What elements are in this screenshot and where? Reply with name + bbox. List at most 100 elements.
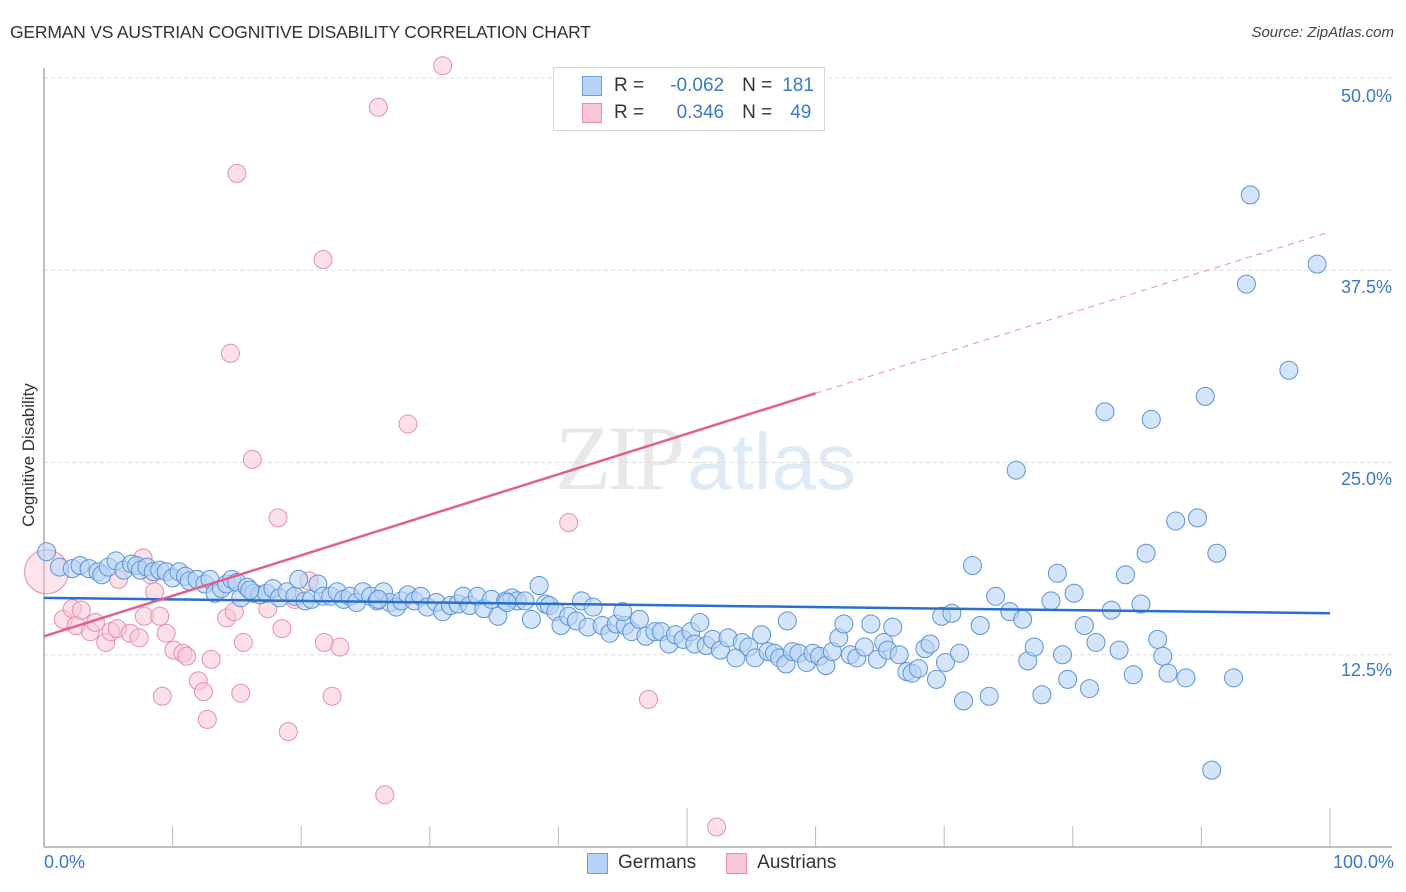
austrians-point [220,343,240,363]
austrians-point [129,628,149,648]
austrians-point [268,508,288,528]
germans-point [1166,511,1186,531]
series-legend: Germans Austrians [587,852,866,874]
germans-point [970,616,990,636]
y-tick-label-25: 25.0% [1340,469,1392,489]
germans-point [942,603,962,623]
austrians-point [177,646,197,666]
germans-point [1086,632,1106,652]
legend-item-germans[interactable]: Germans [587,852,696,874]
germans-point [777,611,797,631]
austrians-point [242,449,262,469]
y-tick-label-12-5: 12.5% [1340,660,1392,680]
austrians-points [24,56,727,837]
germans-point [1307,254,1327,274]
germans-point [950,643,970,663]
legend-r-label: R = [614,102,645,123]
germans-point [962,556,982,576]
legend-r-label: R = [614,75,645,96]
germans-point [953,691,973,711]
legend-row-austrians: R = 0.346 N = 49 [582,101,811,125]
legend-r-value: 0.346 [676,102,725,123]
germans-point [861,614,881,634]
germans-point [1141,409,1161,429]
austrians-point [71,600,91,620]
legend-label-austrians: Austrians [757,852,837,873]
germans-point [986,586,1006,606]
germans-point [908,659,928,679]
germans-point [1013,609,1033,629]
germans-point [979,686,999,706]
austrians-point [272,619,292,639]
austrians-point [559,512,579,532]
germans-point [1148,629,1168,649]
germans-point [1053,645,1073,665]
germans-point [240,580,260,600]
austrians-point [707,817,727,837]
germans-point [1032,685,1052,705]
austrians-point [638,689,658,709]
germans-point [883,617,903,637]
legend-item-austrians[interactable]: Austrians [726,852,836,874]
germans-point [1188,508,1208,528]
germans-points [37,185,1327,780]
scatter-chart [24,56,1392,848]
x-tick-label-max: 100.0% [1332,852,1394,872]
germans-point [583,597,603,617]
austrians-trendline-extension [815,231,1331,394]
germans-point [529,576,549,596]
legend-row-germans: R = -0.062 N = 181 [582,74,814,98]
x-tick-label-min: 0.0% [44,852,86,872]
germans-point [1116,565,1136,585]
austrians-point [398,414,418,434]
germans-swatch [582,76,602,96]
germans-point [1224,668,1244,688]
germans-point [926,669,946,689]
germans-point [1047,563,1067,583]
germans-point [1024,637,1044,657]
legend-n-value: 49 [790,102,812,123]
germans-swatch [587,852,608,874]
stats-legend: R = -0.062 N = 181 R = 0.346 N = 49 [553,67,825,131]
germans-point [1202,760,1222,780]
austrians-point [368,97,388,117]
germans-point [1279,360,1299,380]
austrians-point [152,686,172,706]
austrians-point [156,623,176,643]
germans-point [1006,460,1026,480]
legend-n-label: N = [742,75,773,96]
germans-point [1095,402,1115,422]
austrians-swatch [726,852,748,874]
germans-point [1064,583,1084,603]
germans-point [1074,616,1094,636]
germans-point [834,614,854,634]
austrians-point [227,163,247,183]
grid [44,77,1392,656]
germans-point [1236,274,1256,294]
y-axis-label: Cognitive Disability [19,383,38,527]
austrians-point [233,632,253,652]
trendlines [43,231,1331,638]
germans-point [1136,543,1156,563]
germans-point [690,612,710,632]
austrians-point [201,649,221,669]
legend-n-value: 181 [782,75,814,96]
germans-point [1240,185,1260,205]
austrians-point [433,56,453,76]
germans-point [1058,669,1078,689]
austrians-point [278,722,298,742]
germans-point [1176,668,1196,688]
germans-point [1123,665,1143,685]
austrians-point [231,683,251,703]
y-tick-label-50: 50.0% [1340,86,1392,106]
germans-point [1158,663,1178,683]
austrians-point [197,709,217,729]
germans-point [889,645,909,665]
austrians-point [150,606,170,626]
germans-point [515,591,535,611]
germans-point [752,625,772,645]
austrians-point [322,686,342,706]
germans-point [1041,591,1061,611]
germans-point [1109,640,1129,660]
austrians-point [313,249,333,269]
